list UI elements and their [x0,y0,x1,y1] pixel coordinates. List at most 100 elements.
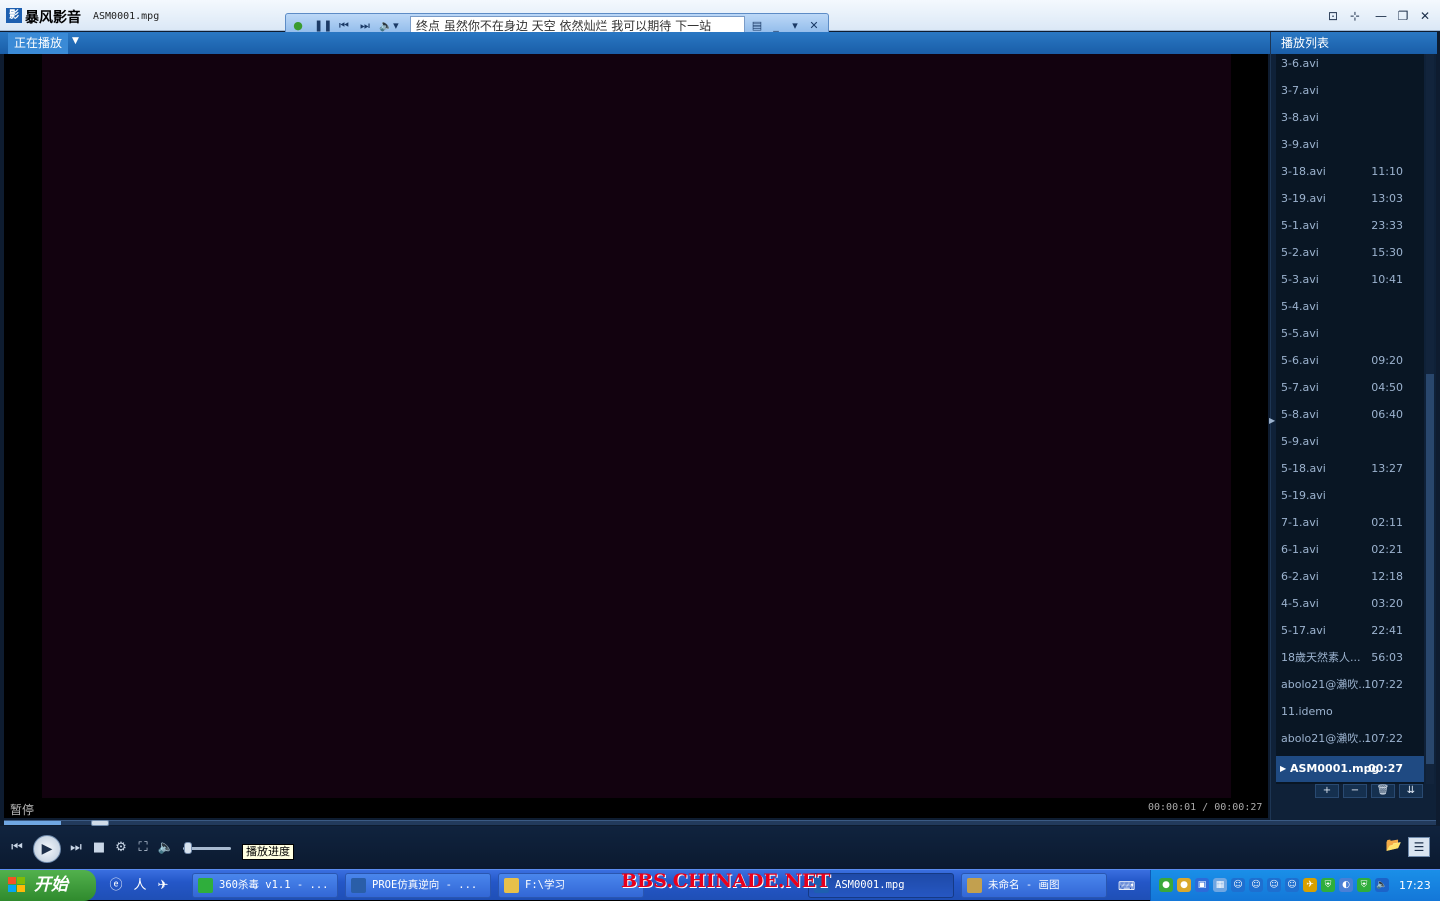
playlist-item[interactable]: 5-4.avi [1276,297,1424,324]
remove-file-button[interactable]: − [1343,784,1367,798]
playlist-item[interactable]: 3-6.avi [1276,54,1424,81]
tray-360-icon[interactable]: ⛨ [1357,878,1371,892]
playlist-item[interactable]: 6-1.avi 02:21 [1276,540,1424,567]
tray-qq2-icon[interactable]: ☺ [1249,878,1263,892]
fullscreen-icon[interactable]: ⛶ [134,839,152,857]
video-frame[interactable] [42,54,1231,798]
tray-app2-icon[interactable]: ▦ [1213,878,1227,892]
playlist-item-name: abolo21@瀨吹... [1281,678,1369,691]
playlist-item[interactable]: 3-9.avi [1276,135,1424,162]
playlist-toggle-icon[interactable]: ☰ [1408,837,1430,857]
close-button[interactable]: ✕ [1417,8,1433,24]
settings-gear-icon[interactable]: ⚙ [112,839,130,857]
tray-shield-icon[interactable]: ⛨ [1321,878,1335,892]
previous-track-icon[interactable]: ⏮ [8,839,26,857]
playlist-item-name: 3-7.avi [1281,84,1319,97]
playlist-item-name: abolo21@瀨吹... [1281,732,1369,745]
stop-icon[interactable]: ■ [90,839,108,857]
tab-now-playing[interactable]: 正在播放 [8,33,69,54]
panel-collapse-icon[interactable]: ▶ [1269,416,1275,425]
playlist-item[interactable]: 5-9.avi [1276,432,1424,459]
seek-bar[interactable] [4,820,1436,826]
tray-network-icon[interactable]: ▣ [1195,878,1209,892]
playlist-item[interactable]: abolo21@瀨吹... 107:22 [1276,675,1424,702]
playlist-item-name: 5-3.avi [1281,273,1319,286]
tab-dropdown-icon[interactable]: ▼ [72,36,79,46]
volume-icon[interactable]: 🔈 [157,839,175,857]
task-label: 360杀毒 v1.1 - ... [219,879,329,891]
playlist-item[interactable]: 5-7.avi 04:50 [1276,378,1424,405]
player-window: 影 暴风影音 ASM0001.mpg ⊡ ⊹ — ❐ ✕ ● ❚❚ ⏮ ⏭ 🔈▾… [0,0,1440,869]
playlist-item[interactable]: 5-18.avi 13:27 [1276,459,1424,486]
playlist-item[interactable]: 5-6.avi 09:20 [1276,351,1424,378]
playlist-tools: + − 🗑 ⇊ [1311,784,1431,798]
playlist-item[interactable]: 7-1.avi 02:11 [1276,513,1424,540]
playlist-item-duration: 13:03 [1371,192,1403,205]
tray-qq4-icon[interactable]: ☺ [1285,878,1299,892]
taskbar-task[interactable]: 360杀毒 v1.1 - ... [192,873,338,898]
playlist-item[interactable]: 3-18.avi 11:10 [1276,162,1424,189]
playlist-scroll-thumb[interactable] [1426,374,1434,764]
playlist-item-duration: 107:22 [1364,732,1403,745]
always-on-top-icon[interactable]: ⊹ [1347,8,1363,24]
file-title: ASM0001.mpg [93,11,160,22]
playlist-item[interactable]: abolo21@瀨吹... 107:22 [1276,729,1424,756]
playlist-item[interactable]: 5-2.avi 15:30 [1276,243,1424,270]
minimize-button[interactable]: — [1373,8,1389,24]
play-button[interactable]: ▶ [33,835,61,863]
quicklaunch-fly-icon[interactable]: ✈ [154,877,172,895]
delete-file-button[interactable]: 🗑 [1371,784,1395,798]
next-track-icon[interactable]: ⏭ [67,839,85,857]
taskbar-task[interactable]: 未命名 - 画图 [961,873,1107,898]
sort-button[interactable]: ⇊ [1399,784,1423,798]
playlist-item-duration: 22:41 [1371,624,1403,637]
playlist-item[interactable]: 5-1.avi 23:33 [1276,216,1424,243]
playlist-item[interactable]: 5-19.avi [1276,486,1424,513]
system-tray: ● ● ▣ ▦ ☺ ☺ ☺ ☺ ✈ ⛨ ◐ ⛨ 🔈 [1150,870,1440,901]
playlist-item-duration: 56:03 [1371,651,1403,664]
tray-app-icon[interactable]: ● [1159,878,1173,892]
playlist-item[interactable]: 5-17.avi 22:41 [1276,621,1424,648]
playlist-item[interactable]: 5-5.avi [1276,324,1424,351]
playlist-item-name: 6-1.avi [1281,543,1319,556]
tray-music-icon[interactable]: ● [1177,878,1191,892]
playlist-item[interactable]: 18歲天然素人... 56:03 [1276,648,1424,675]
video-area[interactable] [4,54,1268,798]
tray-qq3-icon[interactable]: ☺ [1267,878,1281,892]
playback-state: 暂停 [10,803,35,817]
playlist-item[interactable]: 6-2.avi 12:18 [1276,567,1424,594]
volume-handle[interactable] [184,842,193,854]
restore-button[interactable]: ❐ [1395,8,1411,24]
playlist-header: 播放列表 [1271,32,1437,54]
now-playing-arrow-icon: ▶ [1280,764,1287,773]
pin-icon[interactable]: ⊡ [1325,8,1341,24]
playlist-list[interactable]: 3-6.avi 3-7.avi 3-8.avi 3-9.avi 3-18.avi 11:1… [1276,54,1424,784]
open-folder-icon[interactable]: 📂 [1384,838,1404,856]
playlist-item[interactable]: 3-7.avi [1276,81,1424,108]
playlist-item-duration: 02:11 [1371,516,1403,529]
tray-app3-icon[interactable]: ◐ [1339,878,1353,892]
start-button[interactable]: 开始 [0,870,96,901]
keyboard-icon[interactable]: ⌨ [1118,879,1136,893]
tray-fly-icon[interactable]: ✈ [1303,878,1317,892]
playlist-item[interactable]: 5-3.avi 10:41 [1276,270,1424,297]
tray-volume-icon[interactable]: 🔈 [1375,878,1389,892]
playlist-item-duration: 03:20 [1371,597,1403,610]
task-app-icon [504,878,519,893]
playlist-item-duration: 02:21 [1371,543,1403,556]
ie-icon[interactable]: ⓔ [107,877,125,895]
add-file-button[interactable]: + [1315,784,1339,798]
playlist-item[interactable]: 4-5.avi 03:20 [1276,594,1424,621]
playlist-scrollbar[interactable] [1426,54,1434,784]
taskbar-task[interactable]: PROE仿真逆向 - ... [345,873,491,898]
quicklaunch-app-icon[interactable]: 人 [131,877,149,895]
playlist-item[interactable]: 11.idemo [1276,702,1424,729]
playlist-item[interactable]: 3-8.avi [1276,108,1424,135]
playlist-item[interactable]: 5-8.avi 06:40 [1276,405,1424,432]
playlist-item-name: 3-8.avi [1281,111,1319,124]
playlist-item-active[interactable]: ▶ ASM0001.mpg 00:27 [1276,756,1424,782]
task-label: ASM0001.mpg [835,879,905,891]
playlist-item-name: ASM0001.mpg [1290,762,1378,775]
playlist-item[interactable]: 3-19.avi 13:03 [1276,189,1424,216]
tray-qq-icon[interactable]: ☺ [1231,878,1245,892]
